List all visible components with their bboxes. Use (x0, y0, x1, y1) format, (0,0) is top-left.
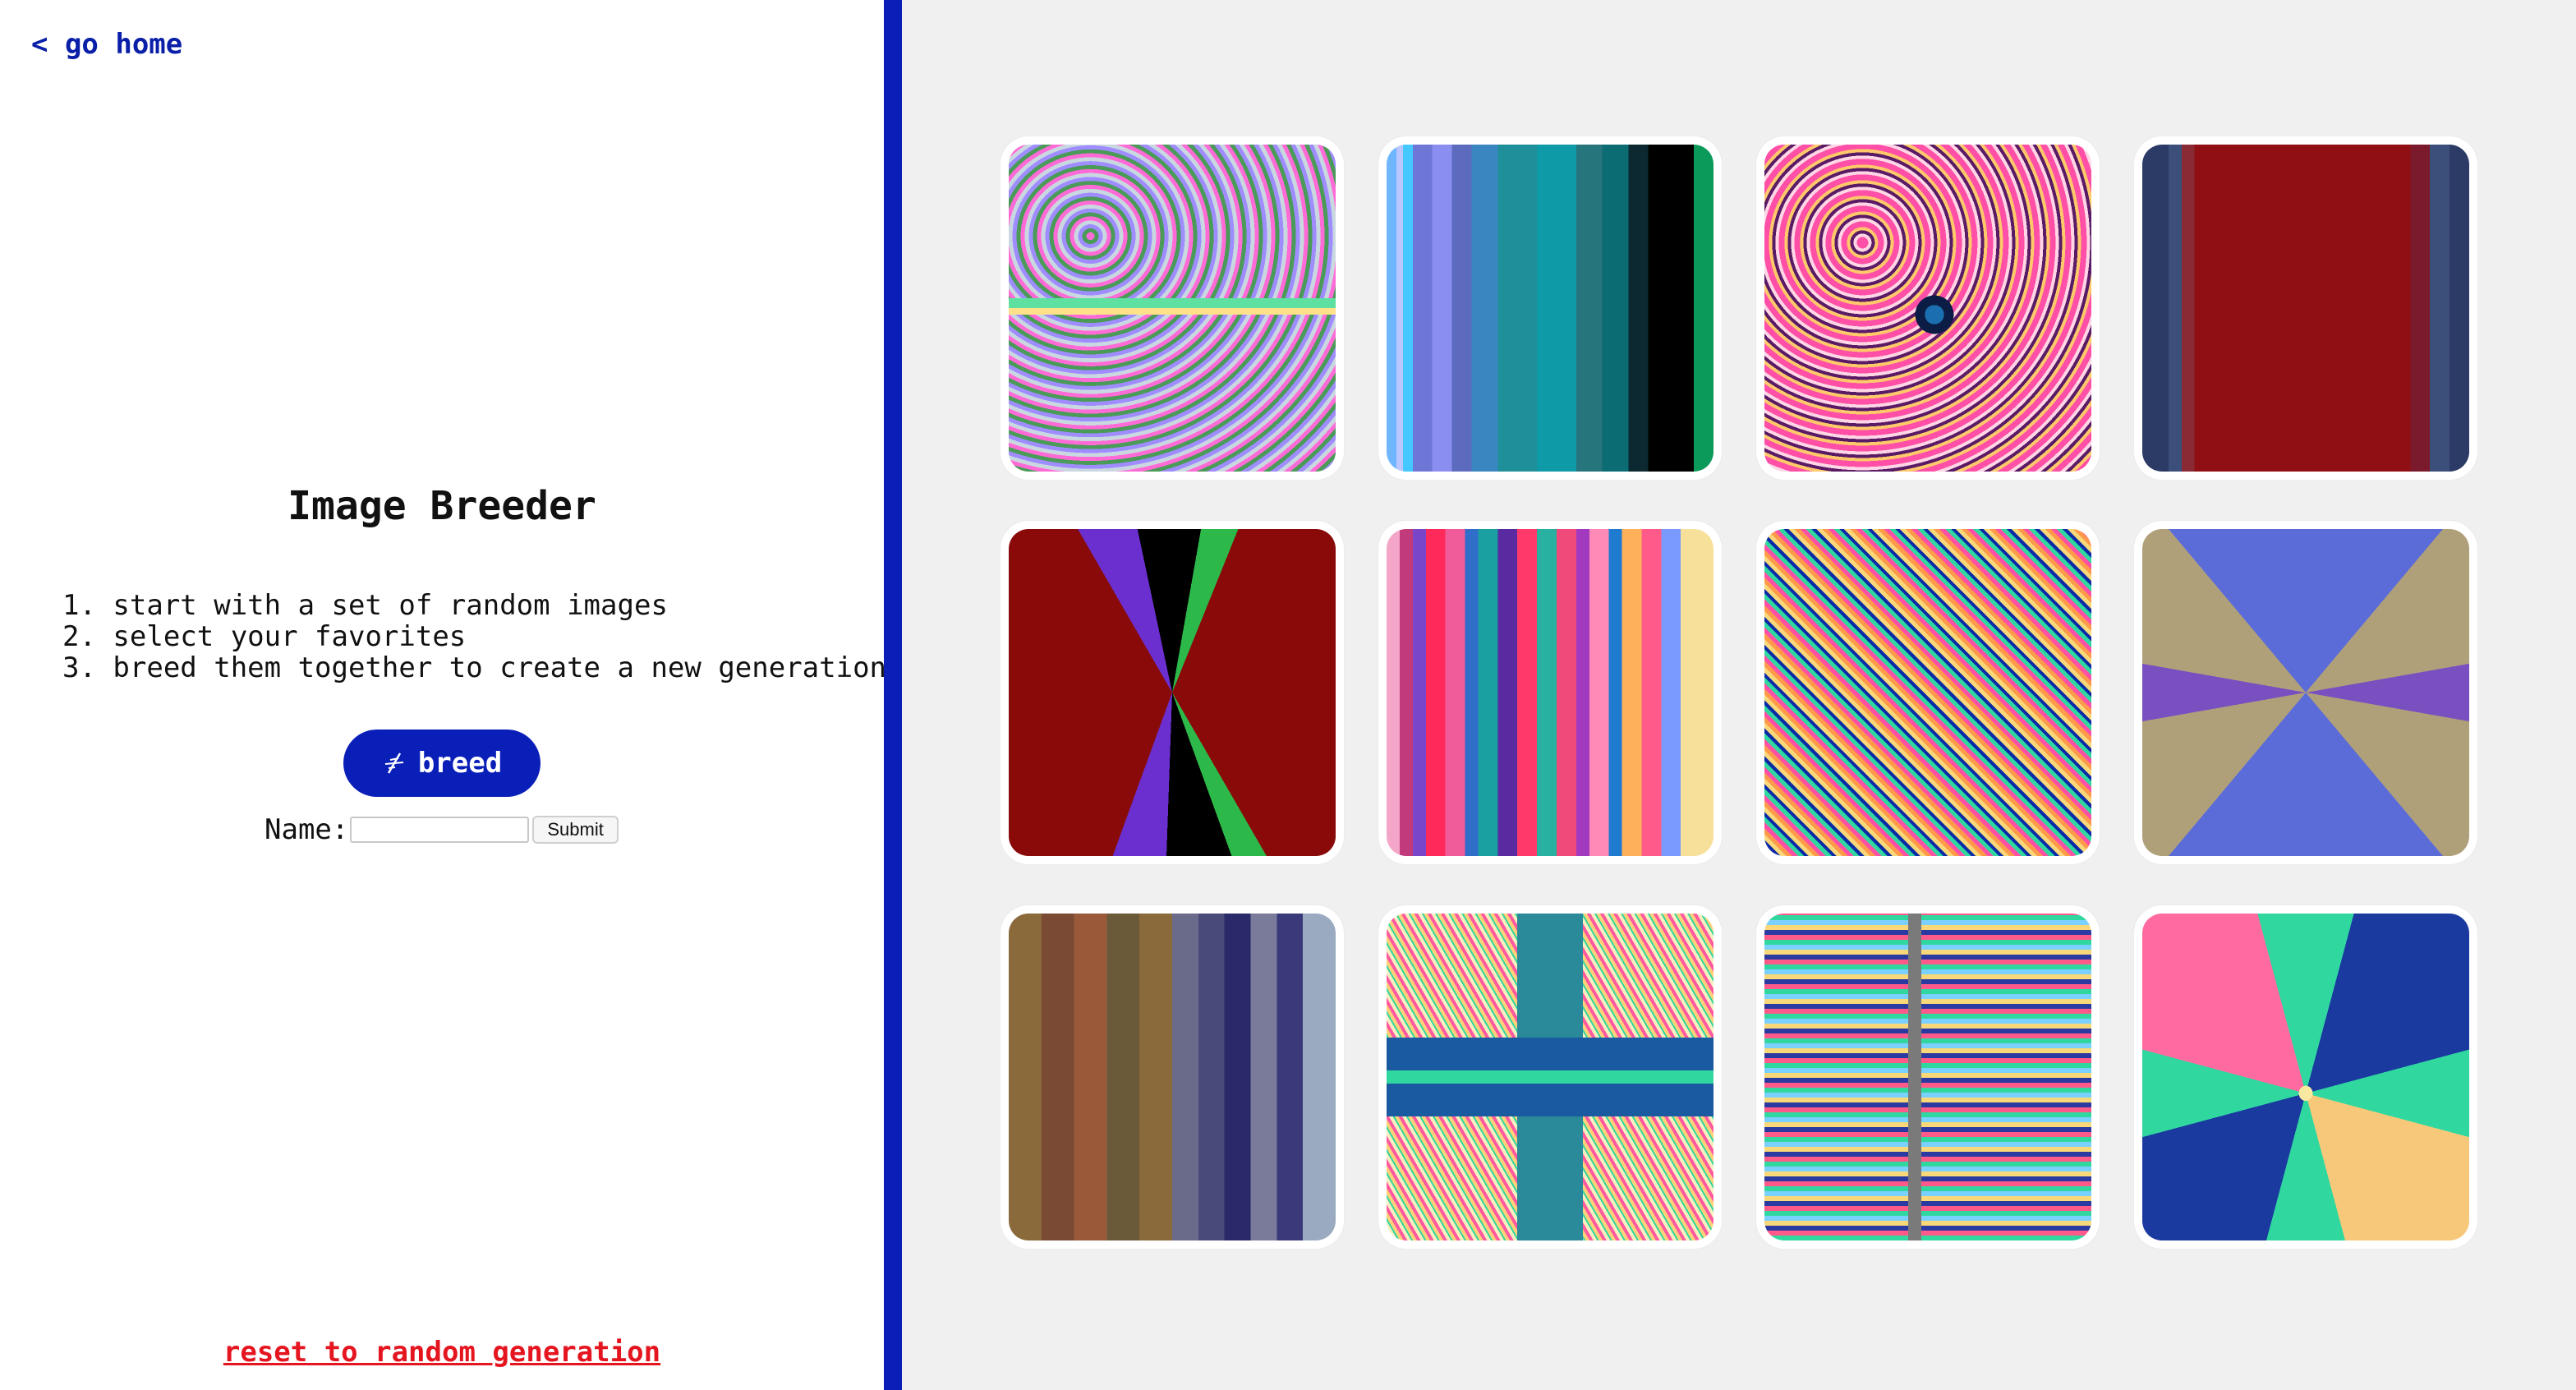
instructions-list: 1. start with a set of random images 2. … (62, 590, 886, 683)
generated-image (1764, 529, 2091, 856)
panel-divider (884, 0, 902, 1390)
generated-image (1387, 914, 1714, 1240)
image-grid (1000, 136, 2477, 1249)
instruction-step: 2. select your favorites (62, 620, 467, 653)
name-label: Name: (264, 813, 349, 846)
name-input[interactable] (350, 817, 530, 843)
image-card[interactable] (1000, 521, 1344, 864)
image-card[interactable] (1378, 136, 1722, 480)
breed-button[interactable]: breed (343, 730, 540, 797)
image-card[interactable] (2134, 136, 2477, 480)
generated-image (1387, 145, 1714, 472)
generated-image (2142, 145, 2469, 472)
image-card[interactable] (1756, 136, 2100, 480)
instruction-step: 3. breed them together to create a new g… (62, 651, 887, 684)
generated-image (1387, 529, 1714, 856)
breed-label: breed (417, 747, 503, 780)
image-card[interactable] (1378, 905, 1722, 1249)
generated-image (1764, 914, 2091, 1240)
reset-link[interactable]: reset to random generation (0, 1336, 884, 1369)
sidebar: < go home Image Breeder 1. start with a … (0, 0, 886, 1390)
image-card[interactable] (1000, 905, 1344, 1249)
dna-icon (384, 753, 403, 774)
instruction-step: 1. start with a set of random images (62, 589, 668, 622)
generated-image (1009, 914, 1336, 1240)
generated-image (2142, 529, 2469, 856)
image-card[interactable] (1378, 521, 1722, 864)
generated-image (1009, 145, 1336, 472)
generated-image (2142, 914, 2469, 1240)
image-card[interactable] (2134, 905, 2477, 1249)
name-form: Name: Submit (264, 813, 619, 846)
go-home-link[interactable]: < go home (31, 28, 182, 61)
generated-image (1009, 529, 1336, 856)
submit-button[interactable]: Submit (532, 816, 619, 844)
generated-image (1764, 145, 2091, 472)
image-card[interactable] (1000, 136, 1344, 480)
image-card[interactable] (1756, 905, 2100, 1249)
page-title: Image Breeder (288, 483, 596, 529)
image-card[interactable] (2134, 521, 2477, 864)
image-card[interactable] (1756, 521, 2100, 864)
